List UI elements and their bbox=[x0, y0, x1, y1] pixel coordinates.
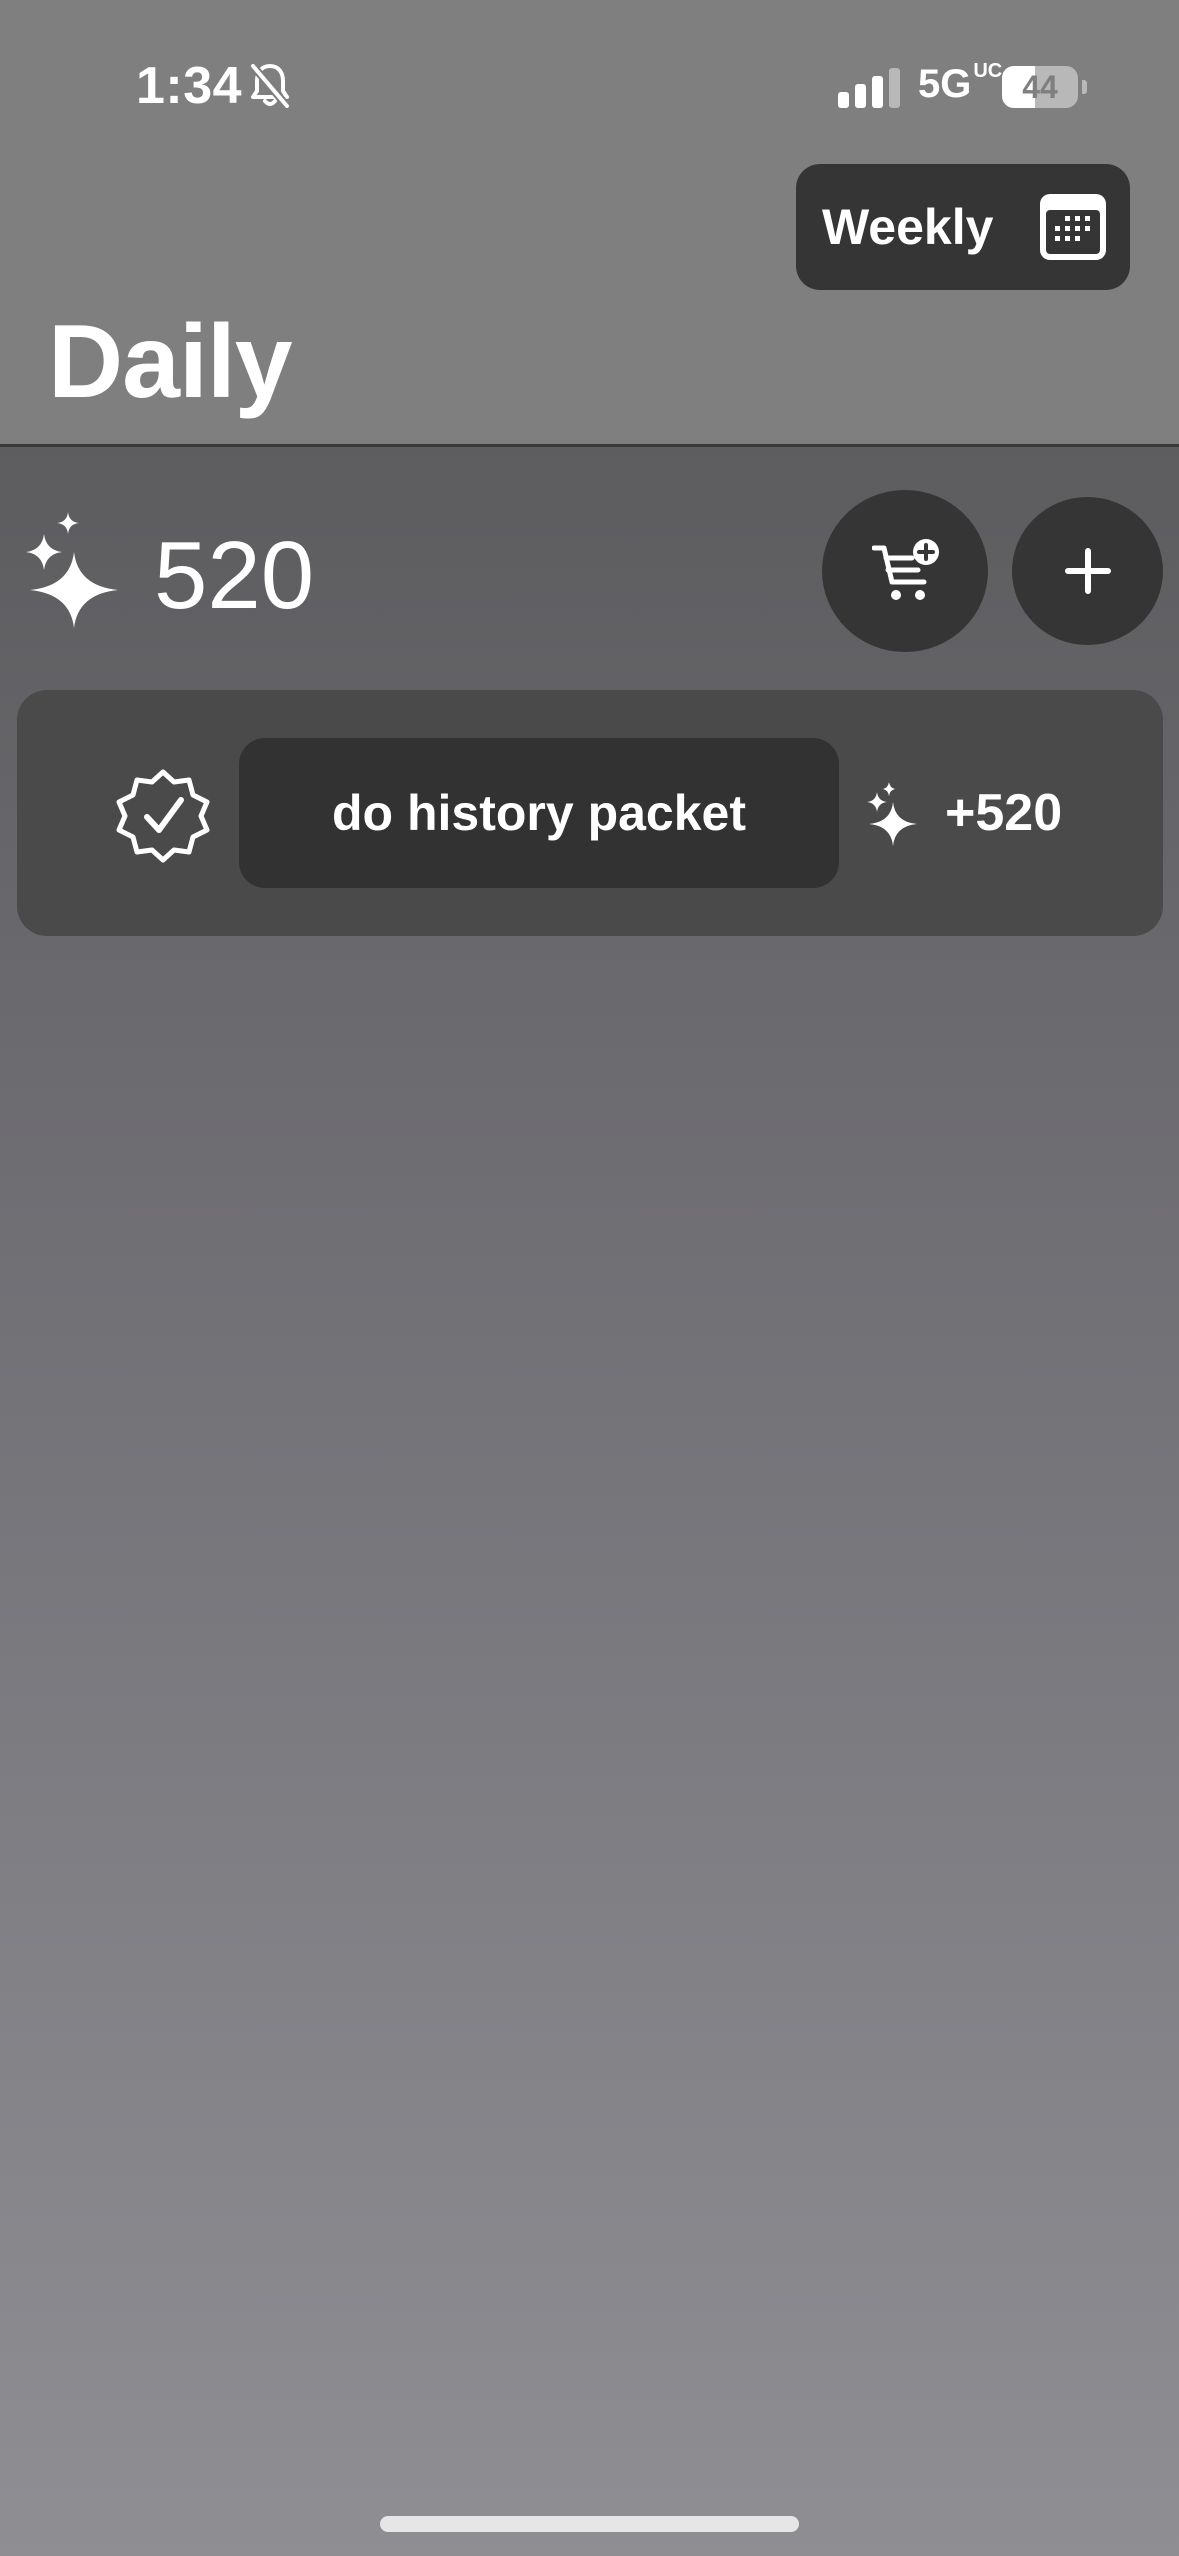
cellular-signal-icon bbox=[838, 68, 900, 108]
home-indicator[interactable] bbox=[380, 2516, 799, 2532]
task-label-box[interactable]: do history packet bbox=[239, 738, 839, 888]
sparkles-icon bbox=[867, 782, 917, 846]
calendar-icon bbox=[1040, 194, 1106, 260]
checkmark-seal-icon[interactable] bbox=[113, 766, 213, 866]
network-badge: UC bbox=[973, 60, 1003, 82]
status-time: 1:34 bbox=[136, 57, 243, 115]
plus-icon bbox=[1065, 548, 1111, 594]
battery-level: 44 bbox=[1022, 69, 1058, 105]
cart-plus-icon bbox=[872, 539, 939, 600]
sparkles-icon bbox=[26, 512, 118, 628]
page-title: Daily bbox=[48, 304, 293, 420]
task-reward: +520 bbox=[945, 784, 1063, 842]
weekly-button-label: Weekly bbox=[822, 199, 994, 255]
task-card[interactable]: do history packet +520 bbox=[17, 690, 1163, 936]
battery-cap bbox=[1082, 80, 1087, 94]
network-indicator: 5G UC bbox=[918, 60, 1003, 107]
header: 1:34 5G UC 44 Weekly Daily bbox=[0, 0, 1179, 447]
task-title: do history packet bbox=[332, 785, 746, 841]
network-type: 5G bbox=[918, 62, 972, 106]
add-task-button[interactable] bbox=[1012, 497, 1163, 645]
weekly-button[interactable]: Weekly bbox=[796, 164, 1130, 290]
add-reward-button[interactable] bbox=[822, 490, 988, 652]
battery-icon: 44 bbox=[1002, 66, 1087, 108]
app-screen: 1:34 5G UC 44 Weekly Daily 520 do histor… bbox=[0, 0, 1179, 2556]
battery-body: 44 bbox=[1002, 66, 1078, 108]
bell-slash-icon bbox=[249, 63, 291, 109]
points-balance: 520 bbox=[154, 522, 315, 629]
